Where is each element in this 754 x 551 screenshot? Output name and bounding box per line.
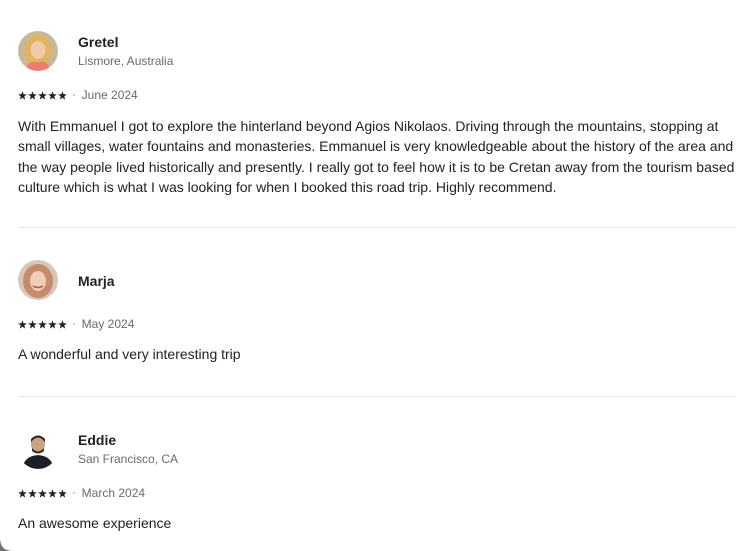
star-icon <box>38 488 47 498</box>
star-icon <box>28 319 37 329</box>
window-corner <box>0 541 10 551</box>
reviewer-location: Lismore, Australia <box>78 54 174 68</box>
review-text: An awesome experience <box>18 515 172 531</box>
review-meta: · June 2024 <box>18 88 138 102</box>
meta-separator: · <box>72 487 76 499</box>
star-icon <box>18 488 27 498</box>
review-meta: · May 2024 <box>18 317 134 331</box>
review-divider <box>18 227 736 228</box>
star-icon <box>48 90 57 100</box>
reviewer-header: Marja <box>18 260 738 304</box>
rating-stars <box>18 319 67 329</box>
reviewer-avatar[interactable] <box>18 260 58 300</box>
review-item: Gretel Lismore, Australia · June 2024 Wi… <box>18 31 738 195</box>
reviewer-avatar[interactable] <box>18 429 58 469</box>
star-icon <box>38 90 47 100</box>
rating-stars <box>18 90 67 100</box>
reviewer-location: San Francisco, CA <box>78 452 179 466</box>
reviewer-name: Gretel <box>78 34 119 50</box>
star-icon <box>58 488 67 498</box>
star-icon <box>18 319 27 329</box>
rating-stars <box>18 488 67 498</box>
review-meta: · March 2024 <box>18 486 145 500</box>
review-item: Eddie San Francisco, CA · March 2024 An … <box>18 429 738 531</box>
star-icon <box>38 319 47 329</box>
review-date: March 2024 <box>81 486 146 500</box>
star-icon <box>18 90 27 100</box>
review-divider <box>18 396 736 397</box>
star-icon <box>58 319 67 329</box>
star-icon <box>58 90 67 100</box>
star-icon <box>28 90 37 100</box>
reviewer-avatar[interactable] <box>18 31 58 71</box>
review-date: May 2024 <box>81 317 135 331</box>
meta-separator: · <box>72 89 76 101</box>
reviewer-name: Marja <box>78 273 115 289</box>
star-icon <box>48 488 57 498</box>
review-item: Marja · May 2024 A wonderful and very in… <box>18 260 738 362</box>
meta-separator: · <box>72 318 76 330</box>
review-date: June 2024 <box>81 88 138 102</box>
star-icon <box>28 488 37 498</box>
review-text: A wonderful and very interesting trip <box>18 346 241 362</box>
reviewer-header: Eddie San Francisco, CA <box>18 429 738 473</box>
reviewer-name: Eddie <box>78 432 117 448</box>
star-icon <box>48 319 57 329</box>
review-text: With Emmanuel I got to explore the hinte… <box>18 118 735 195</box>
reviewer-header: Gretel Lismore, Australia <box>18 31 738 75</box>
